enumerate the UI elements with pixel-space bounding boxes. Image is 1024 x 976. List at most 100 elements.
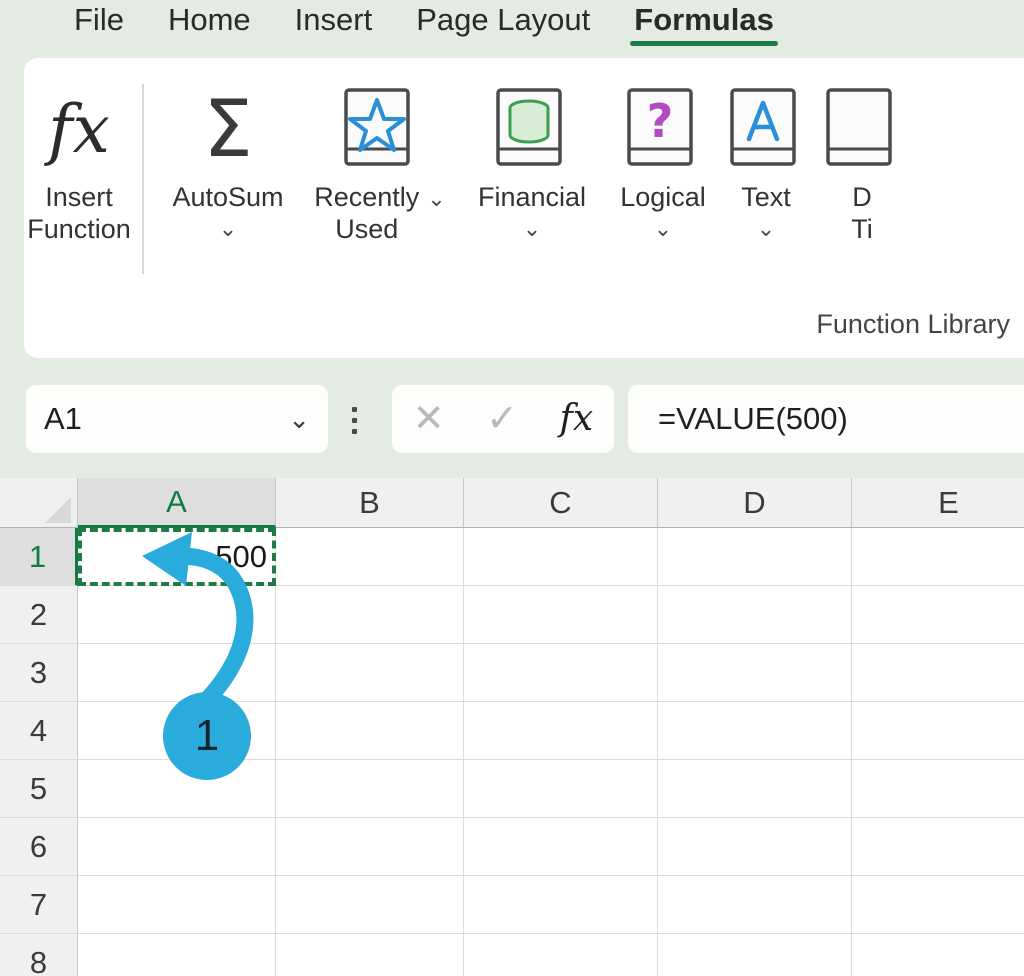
column-header-C[interactable]: C bbox=[464, 478, 658, 528]
insert-function-icon[interactable]: fx bbox=[560, 401, 594, 437]
row-header-2[interactable]: 2 bbox=[0, 586, 78, 644]
active-tab-underline bbox=[630, 41, 778, 46]
cell-D6[interactable] bbox=[658, 818, 852, 876]
formula-bar-row: A1 ⌄ ✕ ✓ fx =VALUE(500) bbox=[0, 385, 1024, 455]
row-header-4-label: 4 bbox=[29, 712, 48, 748]
cell-D2[interactable] bbox=[658, 586, 852, 644]
row-header-6-label: 6 bbox=[29, 828, 48, 864]
cell-B2[interactable] bbox=[276, 586, 464, 644]
cell-A3[interactable] bbox=[78, 644, 276, 702]
cell-A4[interactable] bbox=[78, 702, 276, 760]
recently-used-button[interactable]: Recently Used ⌄ bbox=[304, 66, 456, 246]
cell-C1[interactable] bbox=[464, 528, 658, 586]
cancel-formula-button[interactable]: ✕ bbox=[413, 400, 445, 438]
row-header-3-label: 3 bbox=[29, 654, 48, 690]
cell-E3[interactable] bbox=[852, 644, 1024, 702]
column-header-B[interactable]: B bbox=[276, 478, 464, 528]
confirm-formula-button[interactable]: ✓ bbox=[486, 400, 518, 438]
formula-input[interactable]: =VALUE(500) bbox=[628, 385, 1024, 453]
tab-home[interactable]: Home bbox=[146, 0, 273, 40]
function-library-group-label: Function Library bbox=[816, 309, 1010, 339]
column-header-B-label: B bbox=[359, 484, 380, 520]
cell-B4[interactable] bbox=[276, 702, 464, 760]
cell-E7[interactable] bbox=[852, 876, 1024, 934]
cell-D5[interactable] bbox=[658, 760, 852, 818]
cell-D8[interactable] bbox=[658, 934, 852, 976]
tab-home-label: Home bbox=[167, 2, 251, 37]
tab-insert[interactable]: Insert bbox=[273, 0, 395, 40]
tab-insert-label: Insert bbox=[294, 2, 373, 37]
insert-function-button[interactable]: fx Insert Function bbox=[24, 66, 134, 246]
cell-B1[interactable] bbox=[276, 528, 464, 586]
row-header-1[interactable]: 1 bbox=[0, 528, 78, 586]
cell-D3[interactable] bbox=[658, 644, 852, 702]
cell-C4[interactable] bbox=[464, 702, 658, 760]
tab-page-layout-label: Page Layout bbox=[416, 2, 591, 37]
column-header-E-label: E bbox=[938, 484, 959, 520]
cell-A6[interactable] bbox=[78, 818, 276, 876]
row-header-5[interactable]: 5 bbox=[0, 760, 78, 818]
financial-button[interactable]: Financial ⌄ bbox=[456, 66, 608, 240]
row-header-8[interactable]: 8 bbox=[0, 934, 78, 976]
autosum-chevron-down-icon[interactable]: ⌄ bbox=[219, 217, 237, 240]
logical-button[interactable]: ? Logical ⌄ bbox=[608, 66, 718, 240]
cell-C7[interactable] bbox=[464, 876, 658, 934]
row-header-7[interactable]: 7 bbox=[0, 876, 78, 934]
row-header-4[interactable]: 4 bbox=[0, 702, 78, 760]
cell-E5[interactable] bbox=[852, 760, 1024, 818]
cell-A7[interactable] bbox=[78, 876, 276, 934]
cell-D4[interactable] bbox=[658, 702, 852, 760]
cell-B5[interactable] bbox=[276, 760, 464, 818]
cell-C5[interactable] bbox=[464, 760, 658, 818]
cell-E2[interactable] bbox=[852, 586, 1024, 644]
logical-book-question-icon: ? bbox=[624, 84, 702, 176]
row-header-1-label: 1 bbox=[28, 538, 47, 574]
text-label: Text bbox=[741, 182, 791, 212]
cell-C2[interactable] bbox=[464, 586, 658, 644]
name-box[interactable]: A1 ⌄ bbox=[26, 385, 328, 453]
formula-action-buttons: ✕ ✓ fx bbox=[392, 385, 614, 453]
cell-D1[interactable] bbox=[658, 528, 852, 586]
date-time-button[interactable]: D Ti bbox=[814, 66, 910, 246]
cell-A1[interactable]: 500 bbox=[78, 528, 276, 586]
text-button[interactable]: Text ⌄ bbox=[718, 66, 814, 240]
formula-text: =VALUE(500) bbox=[658, 401, 848, 436]
logical-chevron-down-icon[interactable]: ⌄ bbox=[654, 217, 672, 240]
column-header-A-label: A bbox=[166, 483, 187, 519]
cell-B7[interactable] bbox=[276, 876, 464, 934]
cell-A5[interactable] bbox=[78, 760, 276, 818]
cell-E1[interactable] bbox=[852, 528, 1024, 586]
cell-E4[interactable] bbox=[852, 702, 1024, 760]
row-header-7-label: 7 bbox=[29, 886, 48, 922]
recently-used-chevron-down-icon[interactable]: ⌄ bbox=[427, 188, 445, 210]
cell-C6[interactable] bbox=[464, 818, 658, 876]
financial-book-coins-icon bbox=[493, 84, 571, 176]
chevron-down-icon[interactable]: ⌄ bbox=[288, 406, 310, 432]
cell-D7[interactable] bbox=[658, 876, 852, 934]
autosum-button[interactable]: Σ AutoSum ⌄ bbox=[152, 66, 304, 240]
tab-page-layout[interactable]: Page Layout bbox=[394, 0, 612, 40]
tab-formulas[interactable]: Formulas bbox=[612, 0, 796, 46]
tab-formulas-label: Formulas bbox=[634, 2, 774, 37]
cell-B8[interactable] bbox=[276, 934, 464, 976]
date-time-label: D Ti bbox=[851, 182, 873, 244]
tab-file[interactable]: File bbox=[52, 0, 146, 40]
cell-C3[interactable] bbox=[464, 644, 658, 702]
select-all-corner[interactable] bbox=[0, 478, 78, 528]
row-header-6[interactable]: 6 bbox=[0, 818, 78, 876]
cell-B6[interactable] bbox=[276, 818, 464, 876]
cell-E8[interactable] bbox=[852, 934, 1024, 976]
row-header-8-label: 8 bbox=[29, 944, 48, 976]
cell-B3[interactable] bbox=[276, 644, 464, 702]
column-header-E[interactable]: E bbox=[852, 478, 1024, 528]
row-header-3[interactable]: 3 bbox=[0, 644, 78, 702]
financial-chevron-down-icon[interactable]: ⌄ bbox=[523, 217, 541, 240]
column-header-D[interactable]: D bbox=[658, 478, 852, 528]
more-options-icon[interactable] bbox=[352, 407, 357, 434]
cell-A8[interactable] bbox=[78, 934, 276, 976]
cell-A2[interactable] bbox=[78, 586, 276, 644]
column-header-A[interactable]: A bbox=[78, 478, 276, 528]
cell-E6[interactable] bbox=[852, 818, 1024, 876]
text-chevron-down-icon[interactable]: ⌄ bbox=[757, 217, 775, 240]
cell-C8[interactable] bbox=[464, 934, 658, 976]
